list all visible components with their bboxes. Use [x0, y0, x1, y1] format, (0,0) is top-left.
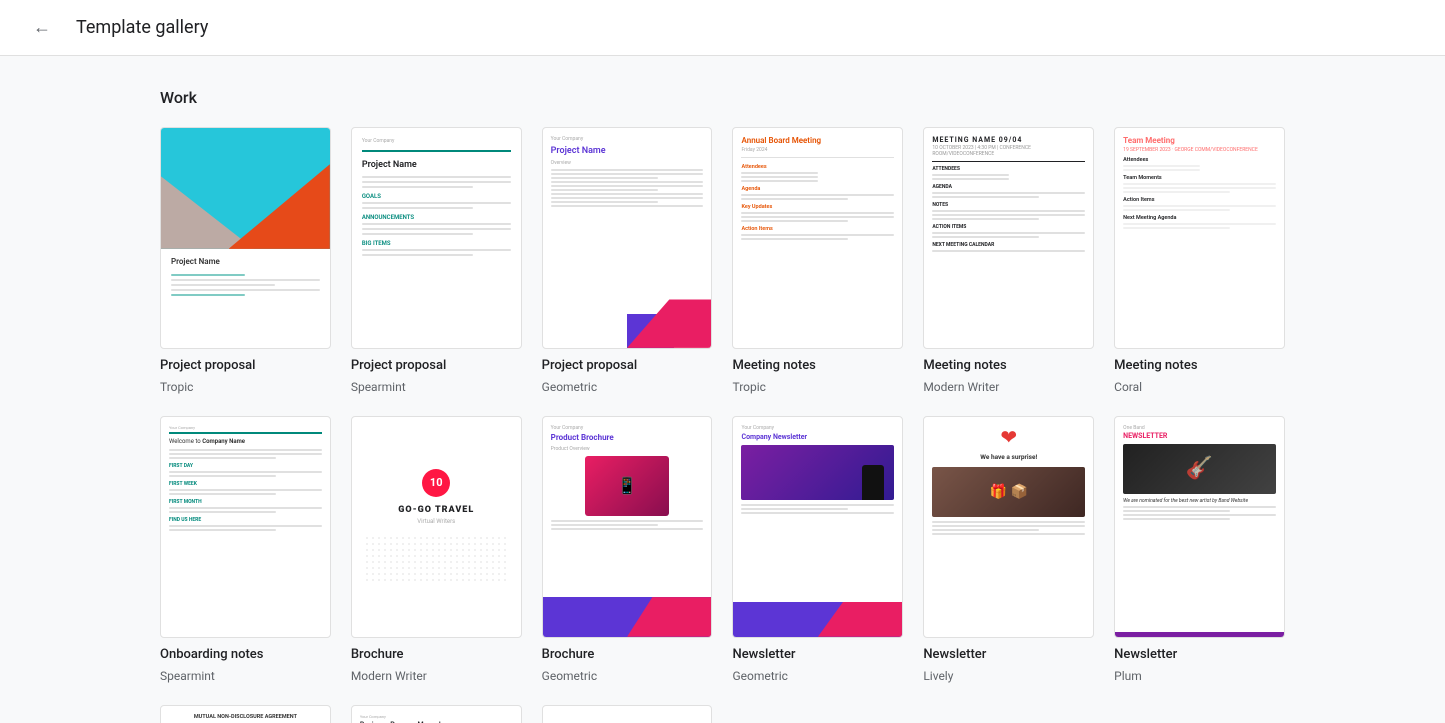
- template-name: Project proposal: [542, 357, 713, 375]
- template-grid: Project Name Project proposal Tropic: [160, 127, 1285, 723]
- template-subtitle: Lively: [923, 668, 1094, 685]
- template-thumbnail: ❤ We have a surprise! 🎁 📦: [923, 416, 1094, 638]
- template-thumbnail: One Band NEWSLETTER 🎸 We are nominated f…: [1114, 416, 1285, 638]
- template-item[interactable]: ✳: [542, 705, 713, 723]
- template-item[interactable]: Your Company Business Process Manual #1 …: [351, 705, 522, 723]
- template-name: Project proposal: [160, 357, 331, 375]
- template-subtitle: Spearmint: [160, 668, 331, 685]
- work-section: Work Project Name: [160, 88, 1285, 723]
- template-thumbnail: Project Name: [160, 127, 331, 349]
- thumb-label: Project Name: [161, 249, 330, 274]
- template-subtitle: Modern Writer: [923, 379, 1094, 396]
- template-thumbnail: Your Company Project Name GOALS ANNOUNC: [351, 127, 522, 349]
- template-name: Brochure: [351, 646, 522, 664]
- template-name: Brochure: [542, 646, 713, 664]
- template-item[interactable]: Your Company Project Name GOALS ANNOUNC: [351, 127, 522, 396]
- header: ← Template gallery: [0, 0, 1445, 56]
- template-subtitle: Coral: [1114, 379, 1285, 396]
- back-button[interactable]: ←: [24, 10, 60, 46]
- template-subtitle: Plum: [1114, 668, 1285, 685]
- template-name: Onboarding notes: [160, 646, 331, 664]
- template-name: Meeting notes: [923, 357, 1094, 375]
- section-title-work: Work: [160, 88, 1285, 107]
- template-item[interactable]: Your Company Welcome to Company Name FIR…: [160, 416, 331, 685]
- template-thumbnail: Your Company Company Newsletter: [732, 416, 903, 638]
- template-item[interactable]: Your Company Product Brochure Product Ov…: [542, 416, 713, 685]
- template-thumbnail: MUTUAL NON-DISCLOSURE AGREEMENT INSTRUCT…: [160, 705, 331, 723]
- page-title: Template gallery: [76, 17, 208, 38]
- template-subtitle: Tropic: [732, 379, 903, 396]
- template-item[interactable]: MEETING NAME 09/04 10 OCTOBER 2023 | 4:3…: [923, 127, 1094, 396]
- template-thumbnail: Annual Board Meeting Friday 2024 Attende…: [732, 127, 903, 349]
- template-thumbnail: Your Company Business Process Manual #1 …: [351, 705, 522, 723]
- template-subtitle: Geometric: [542, 668, 713, 685]
- template-name: Meeting notes: [1114, 357, 1285, 375]
- template-subtitle: Geometric: [542, 379, 713, 396]
- template-item[interactable]: One Band NEWSLETTER 🎸 We are nominated f…: [1114, 416, 1285, 685]
- template-thumbnail: Your Company Project Name Overview: [542, 127, 713, 349]
- template-item[interactable]: Project Name Project proposal Tropic: [160, 127, 331, 396]
- template-name: Project proposal: [351, 357, 522, 375]
- template-item[interactable]: MUTUAL NON-DISCLOSURE AGREEMENT INSTRUCT…: [160, 705, 331, 723]
- template-subtitle: Geometric: [732, 668, 903, 685]
- template-item[interactable]: ❤ We have a surprise! 🎁 📦 Newsletter Liv…: [923, 416, 1094, 685]
- template-name: Newsletter: [1114, 646, 1285, 664]
- template-name: Meeting notes: [732, 357, 903, 375]
- main-content: Work Project Name: [0, 56, 1445, 723]
- template-item[interactable]: Team Meeting 19 SEPTEMBER 2023 · GEORGE …: [1114, 127, 1285, 396]
- template-name: Newsletter: [923, 646, 1094, 664]
- template-item[interactable]: Your Company Company Newsletter: [732, 416, 903, 685]
- template-item[interactable]: 10 GO-GO TRAVEL Virtual Writers Brochure…: [351, 416, 522, 685]
- template-thumbnail: 10 GO-GO TRAVEL Virtual Writers: [351, 416, 522, 638]
- template-subtitle: Modern Writer: [351, 668, 522, 685]
- template-item[interactable]: Your Company Project Name Overview: [542, 127, 713, 396]
- template-subtitle: Tropic: [160, 379, 331, 396]
- template-thumbnail: Team Meeting 19 SEPTEMBER 2023 · GEORGE …: [1114, 127, 1285, 349]
- template-thumbnail: Your Company Product Brochure Product Ov…: [542, 416, 713, 638]
- template-thumbnail: MEETING NAME 09/04 10 OCTOBER 2023 | 4:3…: [923, 127, 1094, 349]
- template-thumbnail: Your Company Welcome to Company Name FIR…: [160, 416, 331, 638]
- template-name: Newsletter: [732, 646, 903, 664]
- template-thumbnail: ✳: [542, 705, 713, 723]
- template-subtitle: Spearmint: [351, 379, 522, 396]
- template-item[interactable]: Annual Board Meeting Friday 2024 Attende…: [732, 127, 903, 396]
